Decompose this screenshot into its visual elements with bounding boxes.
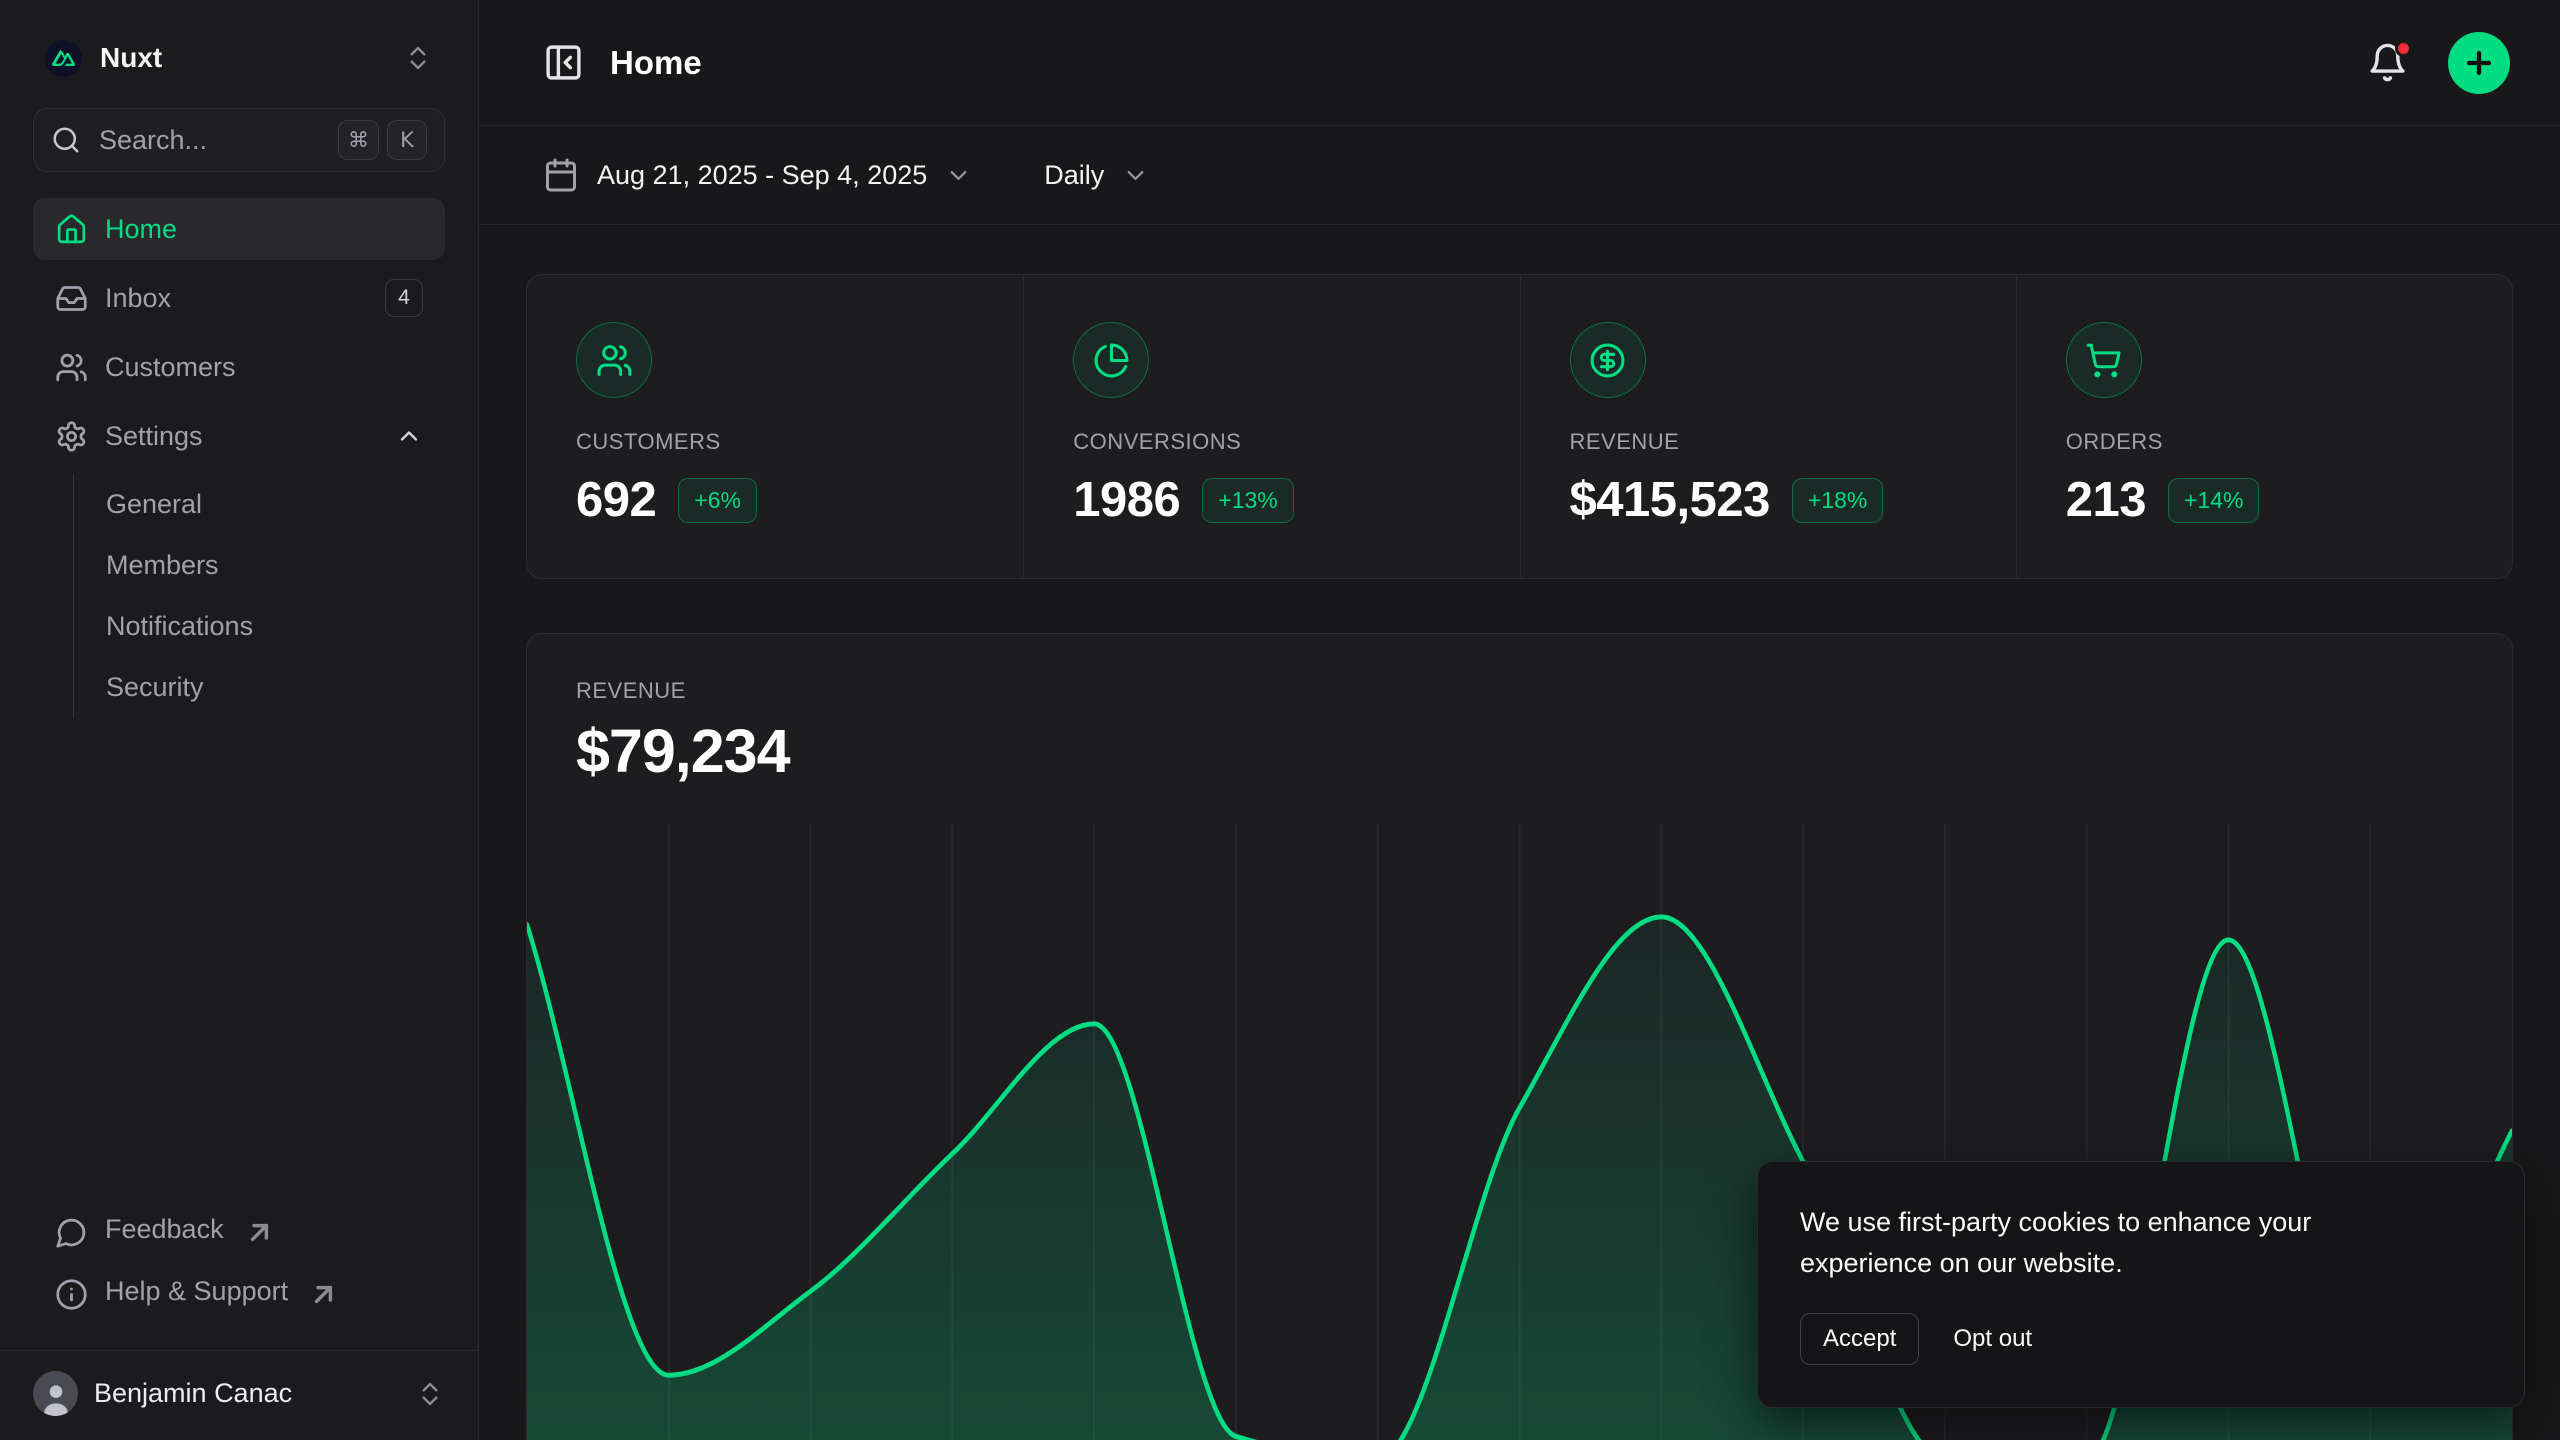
sidebar-item-label: Home [105, 214, 177, 245]
add-button[interactable] [2448, 32, 2510, 94]
sidebar-item-settings[interactable]: Settings [33, 405, 445, 467]
calendar-icon [543, 157, 579, 193]
stats-row: CUSTOMERS 692 +6% CONVERSIONS 1986 +13% [526, 274, 2513, 579]
sidebar-collapse-icon[interactable] [543, 42, 584, 83]
stat-label: REVENUE [1570, 429, 1967, 455]
interval-value: Daily [1044, 160, 1104, 191]
kbd-k: K [387, 120, 427, 160]
stat-card-orders[interactable]: ORDERS 213 +14% [2016, 275, 2512, 578]
header: Home [479, 0, 2560, 126]
sidebar-item-inbox[interactable]: Inbox 4 [33, 267, 445, 329]
stat-delta-badge: +6% [678, 478, 757, 523]
home-icon [55, 213, 88, 246]
pie-chart-icon [1073, 322, 1149, 398]
search-icon [51, 125, 81, 155]
dollar-circle-icon [1570, 322, 1646, 398]
external-link-icon [307, 1278, 340, 1311]
users-icon [576, 322, 652, 398]
notifications-button[interactable] [2367, 42, 2408, 83]
sidebar-nav: Home Inbox 4 Customers Settings General … [33, 198, 445, 724]
revenue-panel-label: REVENUE [576, 678, 2463, 704]
gear-icon [55, 420, 88, 453]
chevron-down-icon [1122, 162, 1149, 189]
stat-delta-badge: +18% [1792, 478, 1883, 523]
stat-label: CONVERSIONS [1073, 429, 1470, 455]
chevron-down-icon [945, 162, 972, 189]
help-support-link[interactable]: Help & Support [33, 1264, 445, 1326]
date-range-value: Aug 21, 2025 - Sep 4, 2025 [597, 160, 927, 191]
link-label: Feedback [105, 1214, 224, 1245]
stat-value: 1986 [1073, 472, 1180, 528]
sidebar-item-members[interactable]: Members [74, 535, 445, 596]
avatar [33, 1371, 78, 1416]
nuxt-logo-icon [45, 40, 82, 77]
user-name: Benjamin Canac [94, 1378, 292, 1409]
cookie-message: We use first-party cookies to enhance yo… [1800, 1202, 2420, 1283]
workspace-switcher[interactable]: Nuxt [33, 26, 445, 90]
filters-toolbar: Aug 21, 2025 - Sep 4, 2025 Daily [479, 126, 2560, 225]
chevrons-up-down-icon [403, 43, 433, 73]
external-link-icon [243, 1216, 276, 1249]
search-input[interactable]: Search... ⌘ K [33, 108, 445, 172]
page-title: Home [610, 44, 702, 82]
sidebar-item-label: Settings [105, 421, 203, 452]
header-actions [2367, 32, 2510, 94]
sidebar: Nuxt Search... ⌘ K Home Inbox 4 Customer… [0, 0, 479, 1440]
kbd-meta: ⌘ [338, 120, 379, 160]
search-shortcut: ⌘ K [338, 120, 427, 160]
revenue-panel-value: $79,234 [576, 716, 2463, 786]
sidebar-item-customers[interactable]: Customers [33, 336, 445, 398]
link-label: Help & Support [105, 1276, 288, 1307]
stat-label: ORDERS [2066, 429, 2463, 455]
sidebar-footer: Feedback Help & Support [33, 1202, 445, 1340]
cookie-banner: We use first-party cookies to enhance yo… [1757, 1161, 2525, 1408]
workspace-name: Nuxt [100, 42, 162, 74]
stat-card-customers[interactable]: CUSTOMERS 692 +6% [527, 275, 1023, 578]
opt-out-button[interactable]: Opt out [1953, 1325, 2032, 1353]
plus-icon [2462, 46, 2496, 80]
stat-value: $415,523 [1570, 472, 1770, 528]
date-range-picker[interactable]: Aug 21, 2025 - Sep 4, 2025 [543, 157, 972, 193]
chevrons-up-down-icon [415, 1379, 445, 1409]
sidebar-item-general[interactable]: General [74, 474, 445, 535]
chevron-up-icon [395, 422, 423, 450]
stat-delta-badge: +14% [2168, 478, 2259, 523]
sidebar-item-home[interactable]: Home [33, 198, 445, 260]
stat-delta-badge: +13% [1202, 478, 1293, 523]
settings-sub-list: General Members Notifications Security [73, 474, 445, 718]
users-icon [55, 351, 88, 384]
stat-value: 213 [2066, 472, 2146, 528]
stat-card-conversions[interactable]: CONVERSIONS 1986 +13% [1023, 275, 1519, 578]
shopping-cart-icon [2066, 322, 2142, 398]
sidebar-item-notifications[interactable]: Notifications [74, 596, 445, 657]
sidebar-item-label: Customers [105, 352, 236, 383]
inbox-icon [55, 282, 88, 315]
info-circle-icon [55, 1278, 88, 1311]
chat-bubble-icon [55, 1216, 88, 1249]
stat-card-revenue[interactable]: REVENUE $415,523 +18% [1520, 275, 2016, 578]
sidebar-item-label: Inbox [105, 283, 171, 314]
interval-select[interactable]: Daily [1044, 160, 1149, 191]
stat-label: CUSTOMERS [576, 429, 974, 455]
search-placeholder: Search... [99, 125, 207, 156]
user-menu[interactable]: Benjamin Canac [0, 1350, 478, 1440]
sidebar-item-security[interactable]: Security [74, 657, 445, 718]
notification-dot [2395, 40, 2412, 57]
inbox-count-badge: 4 [385, 279, 423, 317]
accept-cookies-button[interactable]: Accept [1800, 1313, 1919, 1365]
feedback-link[interactable]: Feedback [33, 1202, 445, 1264]
stat-value: 692 [576, 472, 656, 528]
